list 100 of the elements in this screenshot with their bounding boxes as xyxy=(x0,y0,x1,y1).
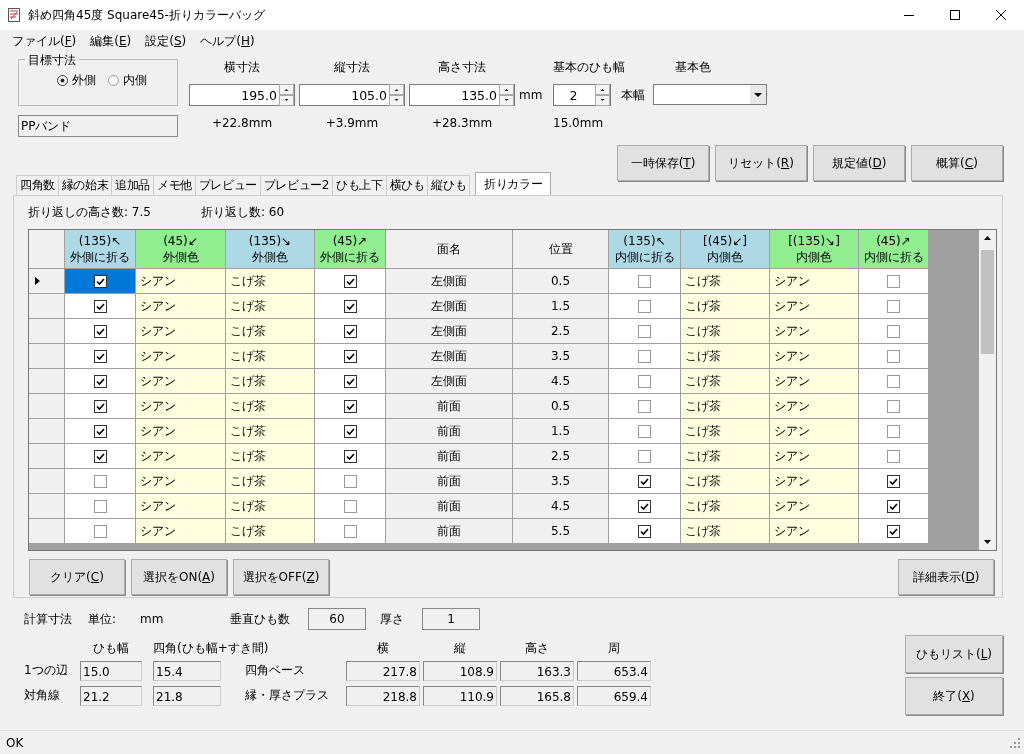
table-cell[interactable]: 4.5 xyxy=(513,494,609,519)
table-cell[interactable]: こげ茶 xyxy=(681,294,770,319)
table-cell[interactable]: シアン xyxy=(136,319,226,344)
checkbox[interactable] xyxy=(343,449,357,463)
table-cell[interactable] xyxy=(65,444,136,469)
table-cell[interactable]: 左側面 xyxy=(386,294,513,319)
table-cell[interactable]: シアン xyxy=(136,519,226,544)
table-cell[interactable]: 左側面 xyxy=(386,344,513,369)
checkbox[interactable] xyxy=(93,474,107,488)
table-cell[interactable]: こげ茶 xyxy=(681,419,770,444)
checkbox[interactable] xyxy=(343,374,357,388)
radio-label[interactable]: 内側 xyxy=(123,72,147,89)
table-cell[interactable] xyxy=(315,269,386,294)
table-cell[interactable]: シアン xyxy=(770,369,859,394)
table-cell[interactable]: シアン xyxy=(136,294,226,319)
table-cell[interactable]: 前面 xyxy=(386,469,513,494)
table-cell[interactable] xyxy=(315,419,386,444)
number-field[interactable]: 195.0 xyxy=(189,84,295,106)
table-cell[interactable] xyxy=(65,344,136,369)
table-cell[interactable]: こげ茶 xyxy=(681,519,770,544)
table-cell[interactable]: シアン xyxy=(136,344,226,369)
table-cell[interactable]: 前面 xyxy=(386,394,513,419)
table-cell[interactable]: 3.5 xyxy=(513,344,609,369)
table-cell[interactable]: 前面 xyxy=(386,444,513,469)
table-cell[interactable] xyxy=(859,269,929,294)
table-cell[interactable] xyxy=(315,469,386,494)
table-cell[interactable]: 前面 xyxy=(386,519,513,544)
table-cell[interactable]: こげ茶 xyxy=(681,469,770,494)
checkbox[interactable] xyxy=(638,399,651,413)
table-cell[interactable] xyxy=(315,394,386,419)
column-header[interactable]: (135)↖ 内側に折る xyxy=(609,230,681,269)
grid-button[interactable]: 選択をOFF(Z) xyxy=(233,559,329,595)
table-cell[interactable] xyxy=(609,294,681,319)
detail-button[interactable]: 詳細表示(D) xyxy=(898,559,994,595)
table-cell[interactable] xyxy=(65,469,136,494)
table-cell[interactable] xyxy=(315,294,386,319)
checkbox[interactable] xyxy=(343,524,357,538)
radio-label[interactable]: 外側 xyxy=(72,72,96,89)
checkbox[interactable] xyxy=(638,274,651,288)
table-cell[interactable] xyxy=(609,469,681,494)
table-cell[interactable]: こげ茶 xyxy=(226,469,315,494)
table-cell[interactable]: 1.5 xyxy=(513,419,609,444)
table-cell[interactable]: 前面 xyxy=(386,419,513,444)
side-button[interactable]: 終了(X) xyxy=(905,677,1003,715)
table-cell[interactable] xyxy=(609,269,681,294)
resize-grip-icon[interactable] xyxy=(1010,738,1020,748)
checkbox[interactable] xyxy=(887,474,900,488)
table-cell[interactable]: 左側面 xyxy=(386,369,513,394)
table-cell[interactable]: 左側面 xyxy=(386,269,513,294)
row-header[interactable] xyxy=(29,269,65,294)
radio-button[interactable] xyxy=(57,75,68,86)
menu-item[interactable]: 編集(E) xyxy=(90,32,132,50)
checkbox[interactable] xyxy=(887,274,900,288)
checkbox[interactable] xyxy=(343,474,357,488)
menu-item[interactable]: 設定(S) xyxy=(145,32,187,50)
table-cell[interactable]: 0.5 xyxy=(513,394,609,419)
checkbox[interactable] xyxy=(638,474,651,488)
action-button[interactable]: 規定値(D) xyxy=(813,145,905,181)
table-cell[interactable]: こげ茶 xyxy=(681,494,770,519)
table-cell[interactable]: シアン xyxy=(770,444,859,469)
table-cell[interactable]: シアン xyxy=(136,394,226,419)
table-cell[interactable] xyxy=(65,494,136,519)
side-button[interactable]: ひもリスト(L) xyxy=(905,635,1003,673)
grid-button[interactable]: クリア(C) xyxy=(29,559,125,595)
checkbox[interactable] xyxy=(93,499,107,513)
table-cell[interactable] xyxy=(315,319,386,344)
column-header[interactable]: (45)↗ 外側に折る xyxy=(315,230,386,269)
checkbox[interactable] xyxy=(93,349,107,363)
tab[interactable]: 縦ひも xyxy=(427,175,471,195)
table-cell[interactable] xyxy=(315,444,386,469)
tab[interactable]: 折りカラー xyxy=(475,172,552,195)
table-cell[interactable]: こげ茶 xyxy=(681,344,770,369)
table-cell[interactable] xyxy=(859,319,929,344)
table-cell[interactable]: シアン xyxy=(770,469,859,494)
table-cell[interactable]: こげ茶 xyxy=(226,294,315,319)
checkbox[interactable] xyxy=(638,374,651,388)
table-cell[interactable]: シアン xyxy=(136,369,226,394)
table-cell[interactable] xyxy=(859,369,929,394)
table-cell[interactable]: こげ茶 xyxy=(226,319,315,344)
table-cell[interactable] xyxy=(315,519,386,544)
table-cell[interactable] xyxy=(609,394,681,419)
table-cell[interactable]: シアン xyxy=(770,269,859,294)
table-cell[interactable]: シアン xyxy=(136,494,226,519)
radio-button[interactable] xyxy=(108,75,119,86)
table-cell[interactable]: 1.5 xyxy=(513,294,609,319)
table-cell[interactable]: 0.5 xyxy=(513,269,609,294)
table-cell[interactable] xyxy=(315,369,386,394)
table-cell[interactable]: こげ茶 xyxy=(226,519,315,544)
table-cell[interactable]: こげ茶 xyxy=(226,369,315,394)
column-header[interactable]: (45)↗ 内側に折る xyxy=(859,230,929,269)
table-cell[interactable]: こげ茶 xyxy=(226,394,315,419)
checkbox[interactable] xyxy=(887,374,900,388)
table-cell[interactable]: こげ茶 xyxy=(681,369,770,394)
checkbox[interactable] xyxy=(343,324,357,338)
table-cell[interactable]: こげ茶 xyxy=(681,269,770,294)
table-cell[interactable] xyxy=(609,444,681,469)
table-cell[interactable] xyxy=(65,519,136,544)
checkbox[interactable] xyxy=(93,449,107,463)
table-cell[interactable]: こげ茶 xyxy=(681,394,770,419)
table-cell[interactable]: シアン xyxy=(770,319,859,344)
